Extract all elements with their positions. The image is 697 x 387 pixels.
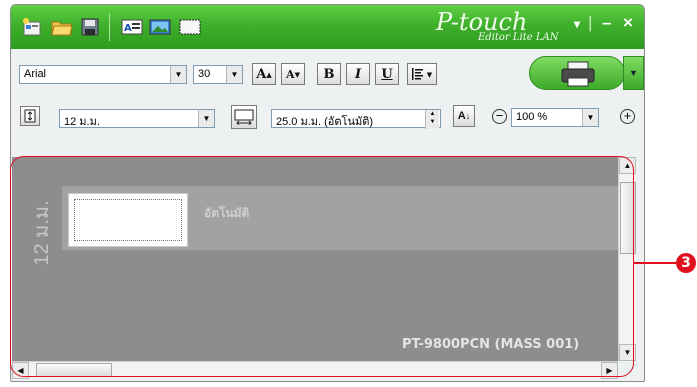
layout-toolbar: 12 ม.ม. ▼ 25.0 ม.ม. (อัตโนมัติ) ▲ ▼ A ↓ − … [11, 95, 644, 139]
title-bar: A P-touch Editor Lite LAN ▾ | – × [11, 5, 644, 49]
callout-number-badge: 3 [676, 253, 696, 273]
scroll-down-button[interactable]: ▼ [619, 344, 636, 361]
printable-area [74, 199, 182, 241]
horizontal-scrollbar[interactable]: ◀ ▶ [12, 361, 618, 379]
window-control-separator: | [588, 13, 593, 32]
grow-font-button[interactable]: A ▲ [252, 63, 276, 85]
font-select[interactable]: Arial ▼ [19, 65, 187, 84]
font-size-select[interactable]: 30 ▼ [193, 65, 243, 84]
vertical-scrollbar[interactable]: ▲ ▼ [618, 157, 637, 361]
align-left-icon [411, 68, 423, 80]
tape-width-indicator: 12 ม.ม. [26, 187, 56, 277]
length-spinner[interactable]: ▲ ▼ [425, 110, 439, 129]
tape-width-icon [20, 106, 40, 126]
printer-icon [561, 61, 595, 87]
menu-dropdown-button[interactable]: ▾ [574, 17, 580, 31]
scroll-up-button[interactable]: ▲ [619, 157, 636, 174]
app-subtitle: Editor Lite LAN [478, 32, 559, 43]
zoom-select[interactable]: 100 % ▼ [511, 108, 599, 127]
toolbar-separator [109, 13, 110, 41]
shrink-font-button[interactable]: A ▼ [281, 63, 305, 85]
label-length-field[interactable]: 25.0 ม.ม. (อัตโนมัติ) ▲ ▼ [271, 109, 441, 129]
tape-width-value: 12 ม.ม. [64, 116, 100, 128]
font-value: Arial [24, 68, 47, 80]
open-folder-icon[interactable] [49, 15, 75, 39]
zoom-in-icon[interactable]: + [620, 109, 635, 124]
scroll-right-button[interactable]: ▶ [601, 362, 618, 379]
shrink-arrow-icon: ▼ [294, 69, 300, 79]
horizontal-scroll-thumb[interactable] [36, 363, 112, 377]
insert-text-icon[interactable]: A [119, 15, 145, 39]
ptouch-editor-window: A P-touch Editor Lite LAN ▾ | – × Arial … [10, 4, 645, 382]
shrink-font-label: A [286, 67, 295, 81]
chevron-down-icon: ▼ [426, 69, 433, 79]
new-label-icon[interactable] [19, 15, 45, 39]
label-preview[interactable] [68, 193, 188, 247]
close-button[interactable]: × [623, 13, 633, 33]
resize-grip-icon[interactable]: ⋰ [628, 363, 642, 377]
bold-button[interactable]: B [317, 63, 341, 85]
vertical-scroll-thumb[interactable] [620, 182, 636, 254]
callout-leader-line [634, 262, 677, 264]
insert-frame-icon[interactable] [177, 15, 203, 39]
svg-text:A: A [124, 23, 132, 34]
insert-image-icon[interactable] [147, 15, 173, 39]
label-length-value: 25.0 ม.ม. (อัตโนมัติ) [276, 116, 374, 128]
chevron-down-icon[interactable]: ▼ [226, 66, 242, 83]
printer-name: PT-9800PCN (MASS 001) [402, 337, 580, 352]
zoom-out-icon[interactable]: − [492, 109, 507, 124]
label-length-icon [231, 105, 257, 129]
italic-button[interactable]: I [346, 63, 370, 85]
chevron-down-icon: ▼ [629, 68, 638, 78]
minimize-button[interactable]: – [602, 13, 611, 33]
font-size-value: 30 [198, 68, 211, 80]
chevron-down-icon[interactable]: ▼ [198, 110, 214, 127]
grow-font-label: A [256, 66, 267, 82]
auto-fit-icon[interactable]: A ↓ [453, 105, 475, 127]
print-button[interactable] [529, 56, 625, 90]
print-options-button[interactable]: ▼ [623, 56, 644, 90]
chevron-down-icon[interactable]: ▼ [170, 66, 186, 83]
tape-width-select[interactable]: 12 ม.ม. ▼ [59, 109, 215, 128]
underline-button[interactable]: U [375, 63, 399, 85]
length-auto-text: อัตโนมัติ [204, 206, 250, 220]
label-canvas[interactable]: 12 ม.ม. อัตโนมัติ PT-9800PCN (MASS 001) [12, 157, 618, 361]
align-menu-button[interactable]: ▼ [407, 63, 437, 85]
chevron-down-icon[interactable]: ▼ [582, 109, 598, 126]
tape-width-label: 12 ม.ม. [31, 200, 53, 266]
save-disk-icon[interactable] [77, 15, 103, 39]
app-logo: P-touch Editor Lite LAN [436, 8, 566, 44]
scroll-left-button[interactable]: ◀ [12, 362, 29, 379]
zoom-value: 100 % [516, 111, 548, 123]
grow-arrow-icon: ▲ [266, 69, 272, 79]
format-toolbar: Arial ▼ 30 ▼ A ▲ A ▼ B I U ▼ ▼ [11, 53, 644, 93]
